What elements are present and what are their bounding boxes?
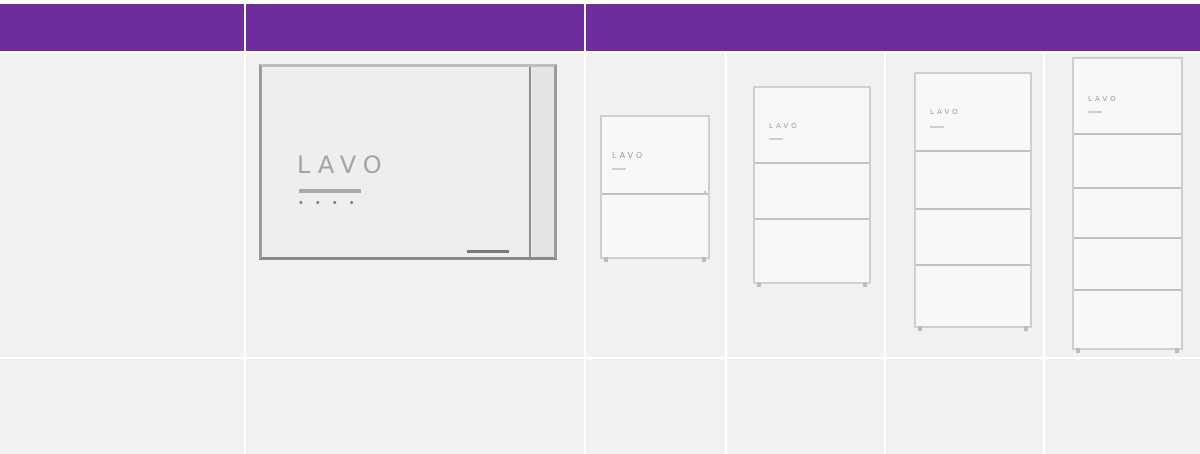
header-cell-3: [586, 4, 1200, 51]
battery-unit-4-image: LAVO: [1072, 57, 1183, 353]
battery-unit-3-module-divider-2: [916, 208, 1030, 210]
hydrogen-unit-indicator-dots: • • • •: [299, 197, 359, 209]
hydrogen-storage-unit-image: LAVO • • • •: [259, 64, 557, 260]
row2-cell-3: [727, 359, 884, 454]
hydrogen-unit-side-panel-line: [529, 67, 531, 257]
battery-unit-1-image: LAVO: [600, 115, 710, 262]
hydrogen-unit-logo: LAVO: [297, 151, 389, 179]
battery-unit-3-sublabel: [930, 126, 944, 128]
battery-unit-2-sublabel: [769, 138, 783, 140]
battery-unit-4-module-divider-4: [1074, 289, 1181, 291]
battery-unit-2-brand: LAVO: [769, 122, 800, 130]
battery-unit-3-brand: LAVO: [930, 108, 961, 116]
battery-unit-2-leg-right: [863, 282, 867, 287]
battery-unit-3-image: LAVO: [914, 72, 1032, 331]
row2-cell-2: [586, 359, 725, 454]
battery-unit-3-module-divider-1: [916, 150, 1030, 152]
battery-unit-2-module-divider-1: [755, 162, 869, 164]
header-cell-1: [0, 4, 244, 51]
row2-cell-5: [1045, 359, 1200, 454]
battery-unit-4-module-divider-2: [1074, 187, 1181, 189]
battery-unit-2-leg-left: [757, 282, 761, 287]
row2-cell-4: [886, 359, 1043, 454]
battery-unit-2-image: LAVO: [753, 86, 871, 287]
battery-unit-4-module-divider-1: [1074, 133, 1181, 135]
row2-cell-1: [246, 359, 584, 454]
battery-unit-1-sublabel: [612, 168, 626, 170]
battery-unit-3-leg-left: [918, 326, 922, 331]
row1-label-cell: [0, 53, 244, 357]
battery-unit-3-leg-right: [1024, 326, 1028, 331]
battery-unit-4-module-divider-3: [1074, 237, 1181, 239]
battery-unit-4-leg-right: [1175, 348, 1179, 353]
row2-label-cell: [0, 359, 244, 454]
battery-unit-2-module-divider-2: [755, 218, 869, 220]
battery-unit-4-leg-left: [1076, 348, 1080, 353]
hydrogen-unit-label-bar: [299, 189, 361, 193]
hydrogen-unit-side-panel: [532, 67, 554, 257]
battery-unit-1-brand: LAVO: [612, 151, 646, 160]
battery-unit-4-sublabel: [1088, 111, 1102, 113]
battery-unit-4-brand: LAVO: [1088, 95, 1119, 103]
battery-unit-1-leg-right: [702, 257, 706, 262]
battery-unit-3-module-divider-3: [916, 264, 1030, 266]
battery-unit-1-handle: [704, 191, 706, 195]
battery-unit-1-module-divider: [602, 193, 708, 195]
battery-unit-1-leg-left: [604, 257, 608, 262]
hydrogen-unit-vent: [467, 250, 509, 253]
header-cell-2: [246, 4, 584, 51]
